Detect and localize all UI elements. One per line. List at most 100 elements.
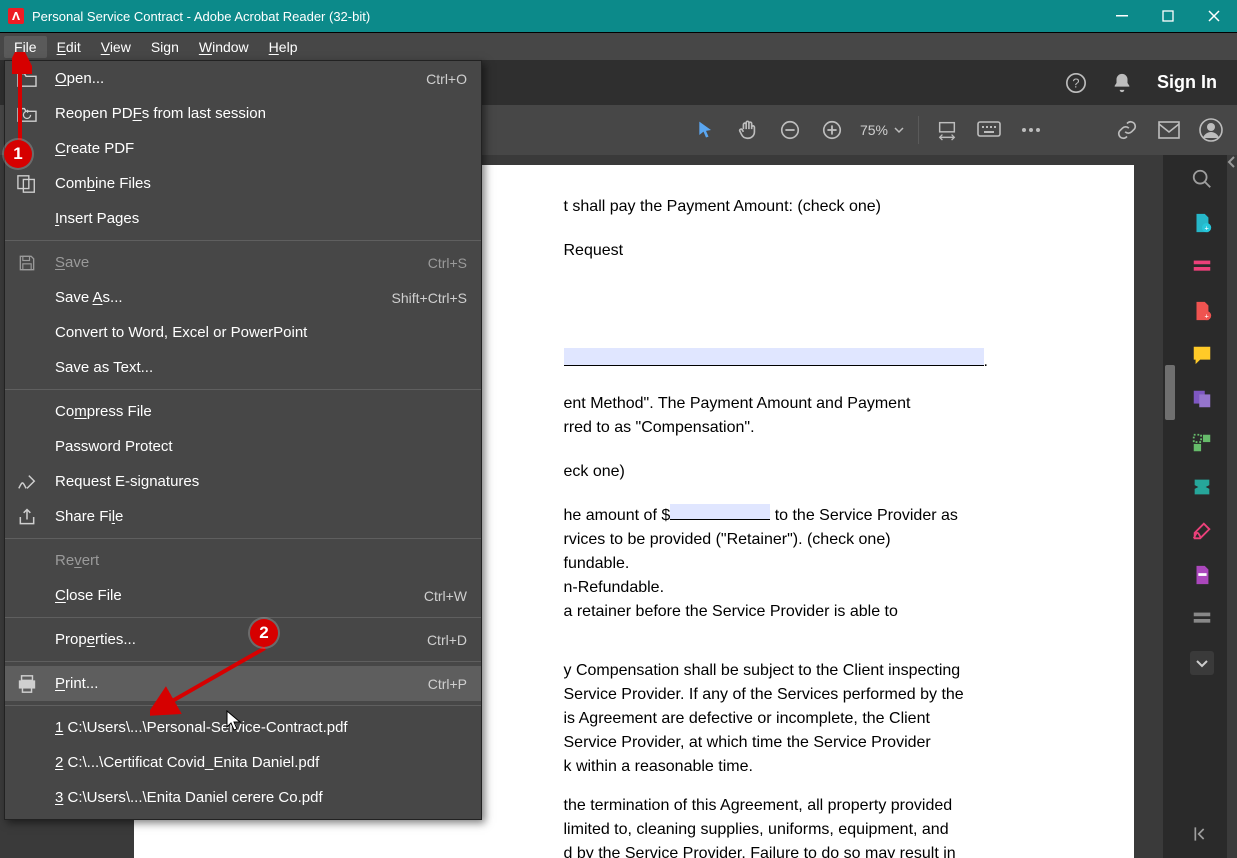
right-tool-panel: + + <box>1177 155 1227 858</box>
menu-item-reopen[interactable]: Reopen PDFs from last session <box>5 96 481 131</box>
menu-edit[interactable]: Edit <box>47 36 91 58</box>
menu-item-compress[interactable]: Compress File <box>5 394 481 429</box>
menu-item-insert-pages[interactable]: Insert Pages <box>5 201 481 236</box>
doc-text: t shall pay the Payment Amount: (check o… <box>564 195 1084 219</box>
menu-item-recent-2[interactable]: 2 C:\...\Certificat Covid_Enita Daniel.p… <box>5 745 481 780</box>
keyboard-icon[interactable] <box>975 116 1003 144</box>
more-tools-chevron-icon[interactable] <box>1190 651 1214 675</box>
shortcut-text: Ctrl+S <box>428 255 467 271</box>
shortcut-text: Ctrl+D <box>427 632 467 648</box>
doc-text: rvices to be provided ("Retainer"). (che… <box>564 528 1084 552</box>
comment-icon[interactable] <box>1190 343 1214 367</box>
protect-icon[interactable] <box>1190 607 1214 631</box>
search-icon[interactable] <box>1190 167 1214 191</box>
bell-icon[interactable] <box>1111 72 1133 94</box>
edit-pdf-icon[interactable] <box>1190 255 1214 279</box>
collapse-panel-icon[interactable] <box>1190 822 1214 846</box>
vertical-scrollbar[interactable] <box>1163 155 1177 858</box>
menu-window[interactable]: Window <box>189 36 259 58</box>
window-title: Personal Service Contract - Adobe Acroba… <box>32 9 1099 24</box>
doc-text: Service Provider, at which time the Serv… <box>564 731 1084 755</box>
close-button[interactable] <box>1191 0 1237 32</box>
zoom-in-icon[interactable] <box>818 116 846 144</box>
maximize-button[interactable] <box>1145 0 1191 32</box>
doc-text: d by the Service Provider. Failure to do… <box>564 842 1084 858</box>
shortcut-text: Ctrl+P <box>428 676 467 692</box>
doc-text: limited to, cleaning supplies, uniforms,… <box>564 818 1084 842</box>
shortcut-text: Ctrl+O <box>426 71 467 87</box>
doc-text: to the Service Provider as <box>770 507 958 524</box>
print-icon <box>15 673 39 695</box>
save-icon <box>15 252 39 274</box>
menu-item-open[interactable]: Open... Ctrl+O <box>5 61 481 96</box>
menu-item-save: Save Ctrl+S <box>5 245 481 280</box>
zoom-level-text: 75% <box>860 122 888 138</box>
menu-item-create-pdf[interactable]: Create PDF <box>5 131 481 166</box>
cursor-icon <box>226 710 242 732</box>
svg-text:+: + <box>1204 311 1208 320</box>
doc-text: fundable. <box>564 552 1084 576</box>
callout-1: 1 <box>4 140 32 168</box>
sign-icon[interactable] <box>1190 519 1214 543</box>
menu-item-combine[interactable]: Combine Files <box>5 166 481 201</box>
signature-icon <box>15 471 39 493</box>
minimize-button[interactable] <box>1099 0 1145 32</box>
menu-item-password[interactable]: Password Protect <box>5 429 481 464</box>
profile-icon[interactable] <box>1197 116 1225 144</box>
menu-item-convert[interactable]: Convert to Word, Excel or PowerPoint <box>5 315 481 350</box>
menu-item-save-as[interactable]: Save As...Shift+Ctrl+S <box>5 280 481 315</box>
doc-text: the termination of this Agreement, all p… <box>564 794 1084 818</box>
email-icon[interactable] <box>1155 116 1183 144</box>
menu-bar: File Edit View Sign Window Help <box>0 32 1237 60</box>
doc-text: k within a reasonable time. <box>564 755 1084 779</box>
shortcut-text: Shift+Ctrl+S <box>392 290 467 306</box>
title-bar: Personal Service Contract - Adobe Acroba… <box>0 0 1237 32</box>
doc-text: Service Provider. If any of the Services… <box>564 683 1084 707</box>
menu-item-close-file[interactable]: Close FileCtrl+W <box>5 578 481 613</box>
more-tools-icon[interactable] <box>1017 116 1045 144</box>
menu-item-esign[interactable]: Request E-signatures <box>5 464 481 499</box>
svg-text:?: ? <box>1072 75 1079 90</box>
doc-text: rred to as "Compensation". <box>564 416 1084 440</box>
shortcut-text: Ctrl+W <box>424 588 467 604</box>
menu-help[interactable]: Help <box>259 36 308 58</box>
fit-width-icon[interactable] <box>933 116 961 144</box>
pan-tool-icon[interactable] <box>734 116 762 144</box>
combine-files-icon <box>15 173 39 195</box>
callout-2: 2 <box>250 619 278 647</box>
doc-text: eck one) <box>564 460 1084 484</box>
menu-item-share[interactable]: Share File <box>5 499 481 534</box>
menu-view[interactable]: View <box>91 36 141 58</box>
app-logo-icon <box>8 8 24 24</box>
menu-item-save-text[interactable]: Save as Text... <box>5 350 481 385</box>
selection-tool-icon[interactable] <box>692 116 720 144</box>
redact-icon[interactable] <box>1190 563 1214 587</box>
doc-text: is Agreement are defective or incomplete… <box>564 707 1084 731</box>
zoom-level[interactable]: 75% <box>860 122 904 138</box>
doc-text: y Compensation shall be subject to the C… <box>564 659 1084 683</box>
doc-text: a retainer before the Service Provider i… <box>564 600 1084 624</box>
doc-text: Request <box>564 239 1084 263</box>
expand-panel-tab[interactable] <box>1227 155 1237 858</box>
scrollbar-thumb[interactable] <box>1165 365 1175 420</box>
menu-item-revert: Revert <box>5 543 481 578</box>
share-icon <box>15 506 39 528</box>
link-icon[interactable] <box>1113 116 1141 144</box>
doc-text: he amount of $ <box>564 507 671 524</box>
sign-in-button[interactable]: Sign In <box>1157 72 1217 93</box>
doc-text: n-Refundable. <box>564 576 1084 600</box>
doc-text: ent Method". The Payment Amount and Paym… <box>564 392 1084 416</box>
compress-icon[interactable] <box>1190 475 1214 499</box>
create-pdf-icon[interactable]: + <box>1190 299 1214 323</box>
combine-icon[interactable] <box>1190 387 1214 411</box>
svg-text:+: + <box>1204 223 1208 232</box>
zoom-out-icon[interactable] <box>776 116 804 144</box>
menu-sign[interactable]: Sign <box>141 36 189 58</box>
window-controls <box>1099 0 1237 32</box>
help-icon[interactable]: ? <box>1065 72 1087 94</box>
arrow-annotation-1 <box>12 52 32 144</box>
export-pdf-icon[interactable]: + <box>1190 211 1214 235</box>
organize-icon[interactable] <box>1190 431 1214 455</box>
arrow-annotation-2 <box>150 640 280 720</box>
menu-item-recent-3[interactable]: 3 C:\Users\...\Enita Daniel cerere Co.pd… <box>5 780 481 815</box>
